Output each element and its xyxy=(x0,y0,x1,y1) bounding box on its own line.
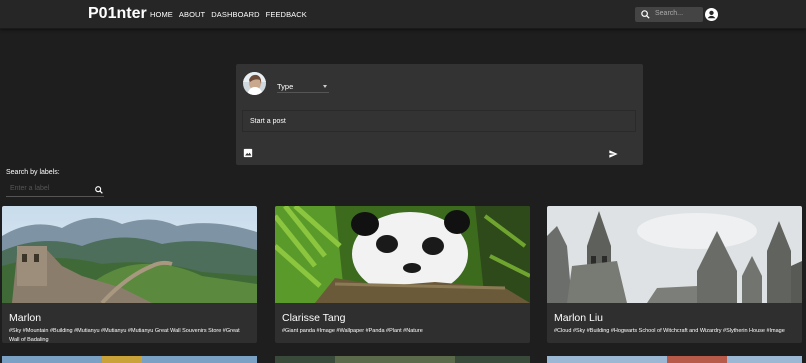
post-author: Clarisse Tang xyxy=(282,312,346,324)
brand-logo[interactable]: P01nter xyxy=(88,5,147,23)
post-image-hogwarts xyxy=(547,206,802,303)
account-icon[interactable] xyxy=(705,8,718,21)
label-search-input[interactable]: Enter a label xyxy=(6,183,104,197)
post-tags: #Giant panda #Image #Wallpaper #Panda #P… xyxy=(282,328,423,334)
type-select[interactable]: Type xyxy=(277,81,329,93)
avatar xyxy=(243,72,266,95)
post-composer: Type Start a post xyxy=(236,64,643,165)
main-nav: HOME ABOUT DASHBOARD FEEDBACK xyxy=(150,10,307,19)
post-card-partial[interactable] xyxy=(2,353,257,363)
send-icon[interactable] xyxy=(608,149,619,159)
post-card-partial[interactable] xyxy=(275,353,530,363)
search-placeholder: Search... xyxy=(655,10,684,17)
post-placeholder: Start a post xyxy=(250,118,286,125)
image-upload-icon[interactable] xyxy=(243,148,253,158)
nav-feedback[interactable]: FEEDBACK xyxy=(266,10,307,19)
post-image-partial xyxy=(275,356,530,363)
post-author: Marlon xyxy=(9,312,42,324)
post-image-panda xyxy=(275,206,530,303)
chevron-down-icon xyxy=(323,85,327,88)
post-image-partial xyxy=(2,356,257,363)
type-select-label: Type xyxy=(277,82,294,91)
post-image-partial xyxy=(547,356,802,363)
top-app-bar: P01nter HOME ABOUT DASHBOARD FEEDBACK Se… xyxy=(0,0,806,29)
post-tags: #Cloud #Sky #Building #Hogwarts School o… xyxy=(554,328,785,334)
search-input[interactable]: Search... xyxy=(635,7,703,22)
post-card[interactable]: Marlon Liu #Cloud #Sky #Building #Hogwar… xyxy=(547,206,802,343)
post-image-great-wall xyxy=(2,206,257,303)
search-icon xyxy=(641,10,650,19)
post-card-partial[interactable] xyxy=(547,353,802,363)
post-card[interactable]: Marlon #Sky #Mountain #Building #Mutiany… xyxy=(2,206,257,343)
post-input[interactable]: Start a post xyxy=(242,110,636,132)
nav-dashboard[interactable]: DASHBOARD xyxy=(211,10,259,19)
search-icon[interactable] xyxy=(94,185,104,195)
nav-home[interactable]: HOME xyxy=(150,10,173,19)
post-tags: #Sky #Mountain #Building #Mutianyu #Muti… xyxy=(9,328,240,343)
post-card[interactable]: Clarisse Tang #Giant panda #Image #Wallp… xyxy=(275,206,530,343)
nav-about[interactable]: ABOUT xyxy=(179,10,205,19)
post-author: Marlon Liu xyxy=(554,312,604,324)
label-search-title: Search by labels: xyxy=(6,169,60,176)
label-search-placeholder: Enter a label xyxy=(10,185,50,192)
